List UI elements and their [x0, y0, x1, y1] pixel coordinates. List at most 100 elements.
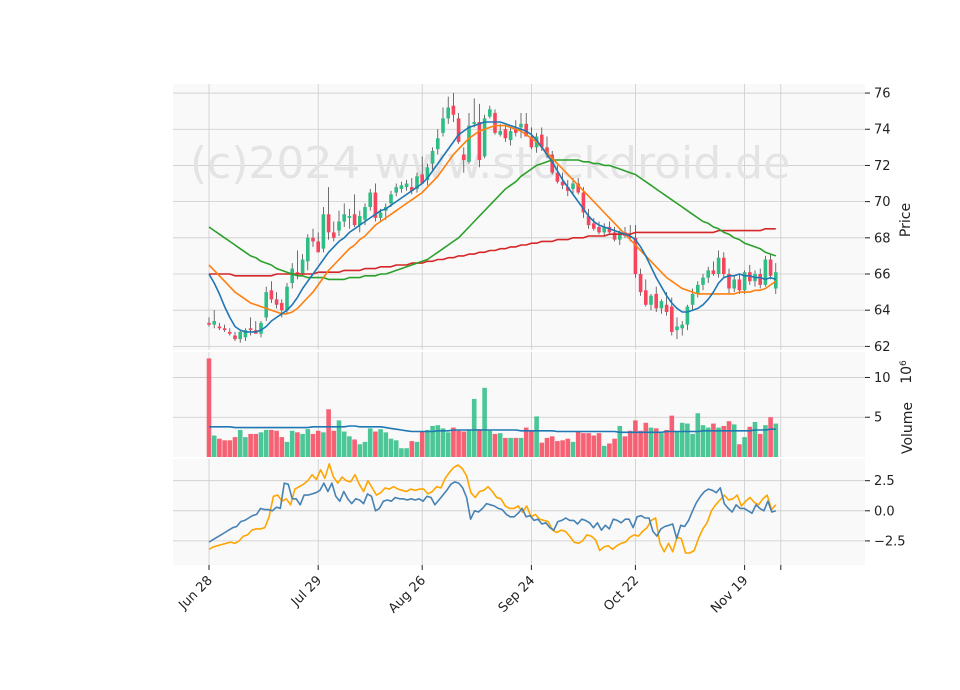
- volume-bar: [487, 430, 493, 457]
- candle-body: [737, 279, 742, 291]
- price-axis-title: Price: [898, 203, 914, 237]
- candle-body: [217, 326, 222, 329]
- volume-bar: [440, 428, 446, 457]
- volume-bar: [305, 429, 311, 457]
- candle-body: [394, 187, 398, 193]
- volume-bar: [435, 425, 441, 457]
- candle-body: [399, 185, 404, 189]
- candle-body: [722, 257, 726, 274]
- candle-body: [378, 212, 383, 218]
- volume-bar: [456, 430, 461, 457]
- watermark-text: (c)2024 www.stockdroid.de: [190, 138, 790, 189]
- y-tick-label: 2.5: [874, 474, 895, 489]
- candle-body: [207, 322, 211, 325]
- candle-body: [332, 232, 336, 238]
- volume-bar: [217, 438, 222, 457]
- volume-bar: [206, 358, 212, 457]
- candle-body: [477, 122, 482, 160]
- y-tick-label: 66: [874, 268, 891, 283]
- volume-bar: [295, 432, 300, 457]
- volume-bar: [659, 433, 664, 457]
- volume-bar: [586, 433, 591, 457]
- y-tick-label: 74: [874, 123, 891, 138]
- x-tick-label: Jun 28: [176, 573, 216, 613]
- candle-body: [462, 154, 466, 160]
- candle-body: [571, 183, 575, 189]
- volume-bar: [544, 437, 550, 457]
- volume-bar: [529, 430, 534, 457]
- candle-body: [763, 259, 768, 285]
- volume-bar: [341, 431, 347, 457]
- volume-bar: [685, 423, 690, 457]
- volume-bar: [274, 430, 279, 457]
- volume-bar: [279, 437, 285, 457]
- volume-bar: [367, 428, 373, 457]
- volume-bar: [248, 433, 253, 457]
- candle-body: [316, 241, 320, 253]
- candle-body: [368, 192, 372, 208]
- candle-body: [446, 107, 450, 119]
- candle-body: [347, 216, 352, 218]
- candle-body: [508, 131, 513, 141]
- candle-body: [228, 331, 232, 334]
- volume-bar: [607, 443, 612, 457]
- candle-body: [290, 268, 294, 284]
- volume-bar: [513, 437, 519, 457]
- volume-bar: [503, 437, 508, 457]
- volume-bar: [627, 430, 633, 457]
- volume-bar: [321, 432, 326, 457]
- volume-bar: [258, 432, 264, 457]
- candle-body: [238, 331, 242, 340]
- candle-body: [264, 292, 268, 318]
- volume-bar: [742, 437, 747, 457]
- volume-bar: [705, 427, 711, 457]
- x-tick-label: Aug 26: [386, 573, 429, 616]
- volume-bar: [679, 422, 685, 457]
- candle-body: [696, 284, 700, 294]
- candle-body: [638, 274, 643, 293]
- volume-bar: [331, 430, 337, 457]
- volume-bar: [737, 444, 742, 457]
- volume-bar: [690, 433, 695, 457]
- volume-bar: [726, 421, 732, 457]
- y-tick-label: 5: [874, 411, 882, 426]
- volume-bar: [482, 387, 487, 457]
- candle-body: [758, 274, 762, 285]
- candle-body: [233, 335, 237, 340]
- candle-body: [498, 131, 502, 135]
- candle-body: [274, 299, 279, 305]
- volume-bar: [419, 431, 425, 457]
- candle-body: [680, 324, 684, 329]
- volume-bar: [601, 445, 607, 457]
- candle-body: [436, 138, 440, 150]
- candle-body: [300, 259, 305, 274]
- volume-bar: [310, 433, 316, 457]
- volume-bar: [518, 437, 524, 457]
- candle-body: [472, 122, 476, 124]
- candle-body: [326, 214, 331, 233]
- volume-bar: [549, 436, 555, 457]
- stock-chart: (c)2024 www.stockdroid.de Jun 28 Jul 29 Au…: [173, 84, 916, 616]
- volume-bar: [414, 441, 420, 457]
- candle-body: [768, 259, 773, 276]
- volume-bar: [445, 432, 451, 457]
- volume-bar: [757, 433, 763, 457]
- y-tick-label: 10: [874, 371, 891, 386]
- volume-bar: [752, 422, 758, 457]
- candle-body: [701, 277, 705, 285]
- volume-bar: [477, 429, 482, 457]
- volume-bar: [211, 435, 217, 457]
- volume-bar: [347, 436, 352, 457]
- candle-body: [670, 306, 674, 332]
- candle-body: [503, 129, 508, 139]
- volume-bar: [565, 438, 571, 457]
- candle-body: [649, 295, 653, 305]
- volume-bar: [326, 409, 331, 457]
- candle-body: [488, 109, 492, 117]
- volume-bar: [638, 430, 643, 457]
- candle-body: [690, 293, 695, 305]
- x-tick-label: Nov 19: [708, 573, 751, 616]
- volume-bar: [352, 439, 357, 457]
- candle-body: [389, 194, 393, 204]
- candle-body: [519, 123, 523, 128]
